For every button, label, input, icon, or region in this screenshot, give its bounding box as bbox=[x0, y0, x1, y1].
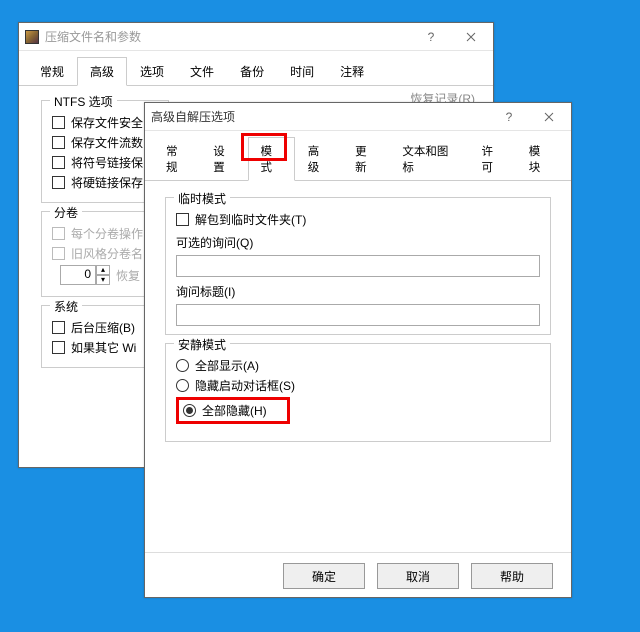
sfx-title: 高级自解压选项 bbox=[151, 108, 489, 125]
help-button-bottom[interactable]: 帮助 bbox=[471, 563, 553, 589]
tab-time[interactable]: 时间 bbox=[277, 57, 327, 85]
question-title-input[interactable] bbox=[176, 304, 540, 326]
chk-old-style bbox=[52, 247, 65, 260]
chk-other-win-label: 如果其它 Wi bbox=[71, 339, 136, 356]
titlebar-front: 高级自解压选项 ? bbox=[145, 103, 571, 131]
optional-question-input[interactable] bbox=[176, 255, 540, 277]
tab-options[interactable]: 选项 bbox=[127, 57, 177, 85]
help-button[interactable]: ? bbox=[411, 24, 451, 50]
chk-unpack-temp[interactable] bbox=[176, 213, 189, 226]
recovery-spinner[interactable]: 0 ▴▾ bbox=[60, 265, 110, 285]
spinner-value[interactable]: 0 bbox=[60, 265, 96, 285]
tab-front-texticon[interactable]: 文本和图标 bbox=[389, 137, 468, 180]
chk-save-security-label: 保存文件安全 bbox=[71, 114, 143, 131]
help-button-front[interactable]: ? bbox=[489, 104, 529, 130]
tab-front-module[interactable]: 模块 bbox=[516, 137, 563, 180]
sfx-options-dialog: 高级自解压选项 ? 常规 设置 模式 高级 更新 文本和图标 许可 模块 临时模… bbox=[144, 102, 572, 598]
radio-hide-start[interactable] bbox=[176, 379, 189, 392]
chk-hardlink-label: 将硬链接保存 bbox=[71, 174, 143, 191]
tab-comment[interactable]: 注释 bbox=[327, 57, 377, 85]
tab-front-license[interactable]: 许可 bbox=[468, 137, 515, 180]
chk-save-streams-label: 保存文件流数 bbox=[71, 134, 143, 151]
chk-symlink-label: 将符号链接保 bbox=[71, 154, 143, 171]
chk-each-volume-label: 每个分卷操作 bbox=[71, 225, 143, 242]
spinner-label: 恢复 bbox=[116, 267, 140, 284]
tab-front-update[interactable]: 更新 bbox=[342, 137, 389, 180]
tab-front-general[interactable]: 常规 bbox=[153, 137, 200, 180]
optional-question-label: 可选的询问(Q) bbox=[176, 234, 540, 251]
ntfs-legend: NTFS 选项 bbox=[50, 93, 117, 110]
tab-advanced[interactable]: 高级 bbox=[77, 57, 127, 86]
radio-hide-all[interactable] bbox=[183, 404, 196, 417]
quiet-mode-legend: 安静模式 bbox=[174, 336, 230, 353]
chk-background[interactable] bbox=[52, 321, 65, 334]
radio-show-all[interactable] bbox=[176, 359, 189, 372]
tab-backup[interactable]: 备份 bbox=[227, 57, 277, 85]
tab-files[interactable]: 文件 bbox=[177, 57, 227, 85]
titlebar-back: 压缩文件名和参数 ? bbox=[19, 23, 493, 51]
close-icon-front[interactable] bbox=[529, 104, 569, 130]
spinner-down[interactable]: ▾ bbox=[96, 275, 110, 285]
dialog-buttons: 确定 取消 帮助 bbox=[145, 552, 571, 589]
tab-general[interactable]: 常规 bbox=[27, 57, 77, 85]
tab-front-mode[interactable]: 模式 bbox=[248, 137, 295, 181]
temp-mode-legend: 临时模式 bbox=[174, 190, 230, 207]
question-title-label: 询问标题(I) bbox=[176, 283, 540, 300]
tab-front-setup[interactable]: 设置 bbox=[200, 137, 247, 180]
chk-symlink[interactable] bbox=[52, 156, 65, 169]
tabs-front: 常规 设置 模式 高级 更新 文本和图标 许可 模块 bbox=[145, 131, 571, 181]
tabs-back: 常规 高级 选项 文件 备份 时间 注释 bbox=[19, 51, 493, 86]
chk-each-volume bbox=[52, 227, 65, 240]
chk-other-win[interactable] bbox=[52, 341, 65, 354]
cancel-button[interactable]: 取消 bbox=[377, 563, 459, 589]
radio-hide-all-label: 全部隐藏(H) bbox=[202, 402, 267, 419]
chk-hardlink[interactable] bbox=[52, 176, 65, 189]
hide-all-highlight: 全部隐藏(H) bbox=[176, 397, 290, 424]
ok-button[interactable]: 确定 bbox=[283, 563, 365, 589]
radio-show-all-label: 全部显示(A) bbox=[195, 357, 259, 374]
chk-old-style-label: 旧风格分卷名 bbox=[71, 245, 143, 262]
rar-icon bbox=[25, 30, 39, 44]
close-icon[interactable] bbox=[451, 24, 491, 50]
chk-save-streams[interactable] bbox=[52, 136, 65, 149]
radio-hide-start-label: 隐藏启动对话框(S) bbox=[195, 377, 295, 394]
chk-save-security[interactable] bbox=[52, 116, 65, 129]
dialog-title: 压缩文件名和参数 bbox=[45, 28, 411, 45]
spinner-up[interactable]: ▴ bbox=[96, 265, 110, 275]
chk-background-label: 后台压缩(B) bbox=[71, 319, 135, 336]
volume-legend: 分卷 bbox=[50, 204, 82, 221]
tab-front-advanced[interactable]: 高级 bbox=[295, 137, 342, 180]
chk-unpack-temp-label: 解包到临时文件夹(T) bbox=[195, 211, 306, 228]
system-legend: 系统 bbox=[50, 298, 82, 315]
